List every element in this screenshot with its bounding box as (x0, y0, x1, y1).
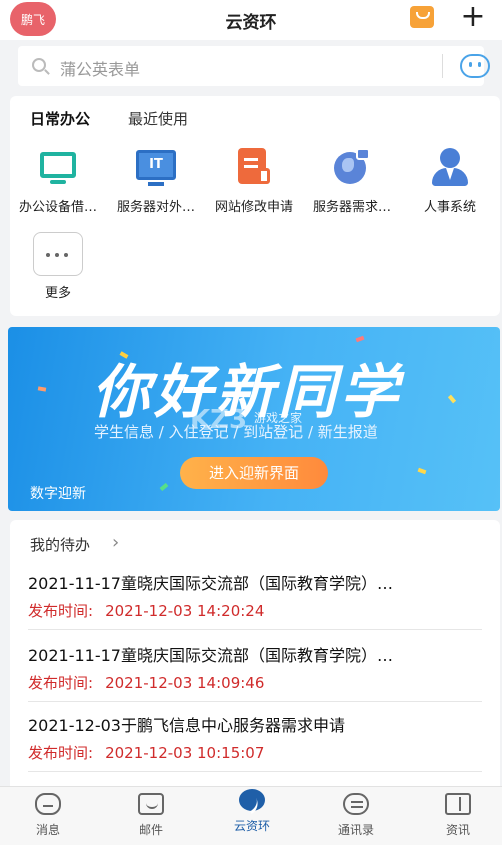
document-edit-icon (232, 146, 276, 190)
todo-item-title: 2021-11-17童晓庆国际交流部（国际教育学院）… (28, 646, 393, 665)
more-dots-icon (33, 232, 83, 276)
tab-label: 邮件 (138, 823, 163, 837)
todo-item[interactable]: 2021-11-17童晓庆国际交流部（国际教育学院）… 发布时间: 2021-12… (28, 560, 482, 630)
it-server-icon: IT (134, 146, 178, 190)
app-label: 更多 (44, 286, 71, 301)
search-placeholder[interactable]: 蒲公英表单 (60, 56, 140, 80)
app-label: 服务器需求… (312, 200, 391, 215)
tab-news[interactable]: 资讯 (428, 793, 488, 838)
app-label: 人事系统 (423, 200, 476, 215)
todo-section: 我的待办 › 2021-11-17童晓庆国际交流部（国际教育学院）… 发布时间:… (10, 520, 500, 792)
mail-icon (138, 793, 164, 815)
app-label: 网站修改申请 (214, 200, 293, 215)
banner-subtitle: 学生信息 / 入住登记 / 到站登记 / 新生报道 (94, 423, 378, 441)
divider (442, 54, 443, 78)
news-icon (445, 793, 471, 815)
todo-item-date: 发布时间: 2021-12-03 14:09:46 (28, 674, 265, 692)
tab-label: 通讯录 (337, 823, 374, 837)
tab-label: 云资环 (233, 819, 270, 833)
search-bar[interactable]: 蒲公英表单 (18, 46, 490, 86)
bottom-tab-bar: 消息 邮件 云资环 通讯录 资讯 (0, 786, 502, 845)
assistant-bot-icon[interactable] (460, 54, 490, 78)
tab-daily-office[interactable]: 日常办公 (30, 108, 90, 129)
tab-label: 消息 (35, 823, 60, 837)
chevron-right-icon[interactable]: › (112, 532, 119, 553)
contacts-icon (343, 793, 369, 815)
tab-recent[interactable]: 最近使用 (128, 108, 188, 129)
welcome-banner[interactable]: 你好新同学 KZ3 游戏之家 学生信息 / 入住登记 / 到站登记 / 新生报道… (8, 327, 500, 511)
monitor-icon (36, 146, 80, 190)
app-server-external[interactable]: IT 服务器对外… (106, 146, 206, 215)
todo-item-title: 2021-12-03于鹏飞信息中心服务器需求申请 (28, 716, 345, 735)
banner-tag: 数字迎新 (30, 486, 86, 502)
tab-mail[interactable]: 邮件 (121, 793, 181, 838)
person-icon (428, 146, 472, 190)
todo-item-date: 发布时间: 2021-12-03 10:15:07 (28, 744, 265, 762)
app-hr-system[interactable]: 人事系统 (400, 146, 500, 215)
todo-item-title: 2021-11-17童晓庆国际交流部（国际教育学院）… (28, 574, 393, 593)
search-icon (32, 58, 46, 72)
top-bar: 鹏飞 云资环 + (0, 0, 502, 40)
message-icon (35, 793, 61, 815)
todo-item-date: 发布时间: 2021-12-03 14:20:24 (28, 602, 265, 620)
app-label: 办公设备借… (18, 200, 97, 215)
enter-welcome-button[interactable]: 进入迎新界面 (180, 457, 328, 489)
tab-contacts[interactable]: 通讯录 (326, 793, 386, 838)
app-label: 服务器对外… (116, 200, 195, 215)
globe-lock-icon (330, 146, 374, 190)
shopping-bag-icon[interactable] (410, 6, 434, 28)
tab-messages[interactable]: 消息 (18, 793, 78, 838)
add-button[interactable]: + (458, 0, 488, 34)
app-website-change[interactable]: 网站修改申请 (204, 146, 304, 215)
app-more[interactable]: 更多 (8, 232, 108, 301)
office-apps-card: 日常办公 最近使用 办公设备借… IT 服务器对外… 网站修改申请 服务器需求…… (10, 96, 500, 316)
todo-title[interactable]: 我的待办 (30, 534, 90, 555)
app-office-equipment[interactable]: 办公设备借… (8, 146, 108, 215)
tab-cloud-home[interactable]: 云资环 (222, 789, 282, 834)
tab-label: 资讯 (445, 823, 470, 837)
todo-item[interactable]: 2021-12-03于鹏飞信息中心服务器需求申请 发布时间: 2021-12-03… (28, 702, 482, 772)
todo-item[interactable]: 2021-11-17童晓庆国际交流部（国际教育学院）… 发布时间: 2021-12… (28, 632, 482, 702)
cloud-home-icon (239, 789, 265, 811)
app-server-request[interactable]: 服务器需求… (302, 146, 402, 215)
